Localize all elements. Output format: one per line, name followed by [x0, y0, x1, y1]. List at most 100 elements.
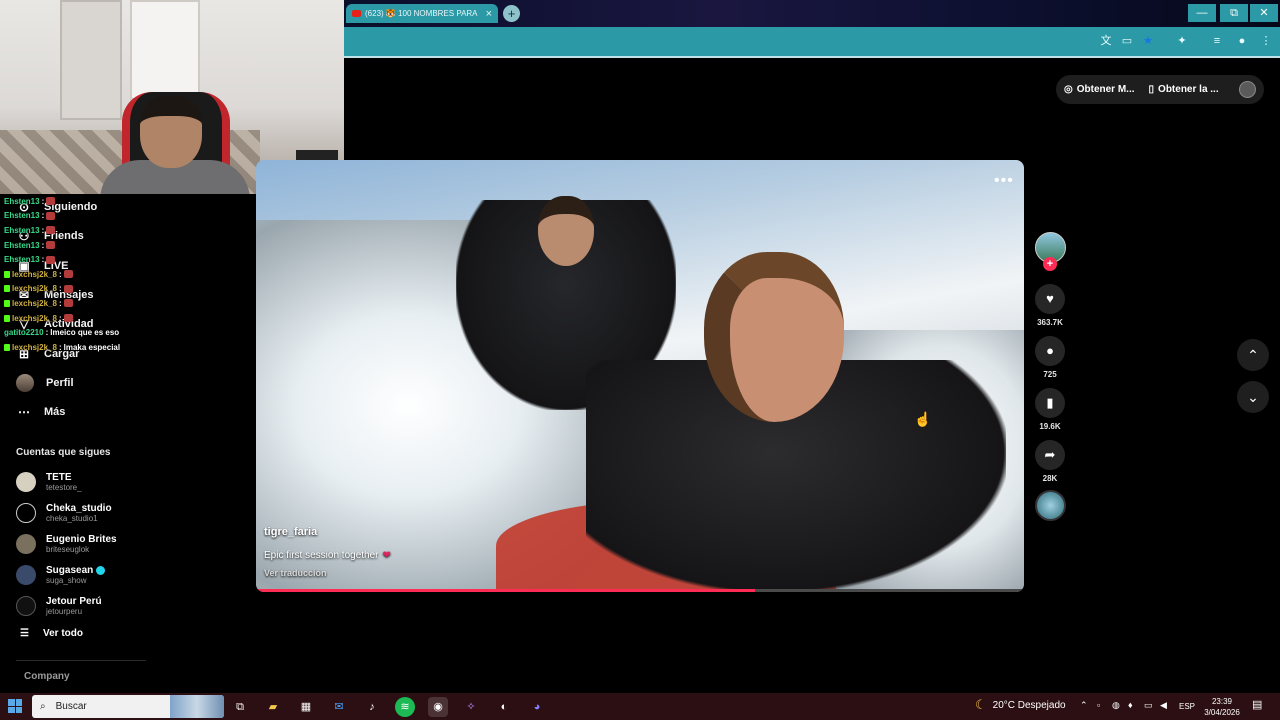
translate-icon[interactable]: 文: [1098, 34, 1114, 48]
clock-time: 23:39: [1211, 697, 1233, 706]
search-icon: ⌕: [40, 701, 46, 712]
taskbar-clock[interactable]: 23:39 3/04/2026: [1202, 696, 1242, 718]
chat-separator: :: [41, 225, 45, 235]
chat-separator: :: [41, 240, 45, 250]
mouse-cursor-icon: ☝: [914, 411, 932, 427]
video-caption: Epic first session together ❤: [264, 550, 391, 561]
discord-icon[interactable]: ◕: [527, 697, 547, 717]
chat-emote-icon: [46, 241, 56, 250]
see-all-button[interactable]: ☰ Ver todo: [20, 628, 83, 639]
store-icon[interactable]: ▦: [296, 697, 316, 717]
mail-icon[interactable]: ✉: [329, 697, 349, 717]
account-handle: tetestore_: [46, 483, 82, 492]
chat-username: Ehsten13: [4, 255, 40, 265]
like-button[interactable]: ♥ 363.7K: [1034, 284, 1066, 327]
account-item[interactable]: Cheka_studio cheka_studio1: [16, 498, 156, 528]
save-button[interactable]: ▮ 19.6K: [1034, 388, 1066, 431]
tray-app-icon[interactable]: ▫: [1097, 700, 1100, 710]
extensions-icon[interactable]: ✦: [1174, 34, 1190, 48]
account-item[interactable]: TETE tetestore_: [16, 467, 156, 497]
account-handle: cheka_studio1: [46, 514, 98, 523]
comment-button[interactable]: ● 725: [1034, 336, 1066, 379]
get-coins-button[interactable]: ◎ Obtener M...: [1064, 84, 1135, 95]
video-surfer-woman-head: [704, 252, 844, 422]
company-link[interactable]: Company: [24, 671, 70, 682]
notification-icon[interactable]: ▤: [1252, 698, 1262, 711]
webcam-door: [60, 0, 122, 120]
following-accounts-title: Cuentas que sigues: [16, 447, 111, 458]
share-button[interactable]: ➦ 28K: [1034, 440, 1066, 483]
chat-username: Ehsten13: [4, 211, 40, 221]
previous-video-button[interactable]: ⌃: [1237, 339, 1269, 371]
tiktok-icon[interactable]: ♪: [362, 697, 382, 717]
chat-username: lexchsj2k_8: [12, 284, 57, 294]
windows-start-icon[interactable]: [8, 699, 22, 713]
network-icon[interactable]: ▭: [1144, 700, 1153, 711]
reading-list-icon[interactable]: ≡: [1209, 34, 1225, 48]
chat-emote-icon: [46, 226, 56, 235]
chevron-down-icon: ⌄: [1247, 389, 1259, 405]
sidebar-divider: [16, 660, 146, 661]
see-translation-link[interactable]: Ver traducción: [264, 568, 327, 578]
chrome-icon[interactable]: ◉: [428, 697, 448, 717]
tab-close-icon[interactable]: ×: [486, 8, 492, 20]
video-more-icon[interactable]: •••: [994, 172, 1014, 190]
stream-chat-overlay: Ehsten13 : Ehsten13 : Ehsten13 : Ehsten1…: [4, 194, 144, 355]
chat-separator: :: [58, 269, 62, 279]
bookmark-star-icon[interactable]: ★: [1140, 34, 1156, 48]
nav-more[interactable]: ⋯ Más: [16, 400, 216, 424]
volume-icon[interactable]: ◀: [1160, 700, 1167, 711]
chat-line: Ehsten13 :: [4, 223, 144, 238]
language-indicator[interactable]: ESP: [1179, 702, 1195, 711]
file-explorer-icon[interactable]: ▰: [263, 697, 283, 717]
profile-icon[interactable]: ●: [1234, 34, 1250, 48]
music-disc[interactable]: [1035, 490, 1066, 521]
tray-app-icon[interactable]: ◍: [1112, 700, 1120, 711]
cast-icon[interactable]: ▭: [1119, 34, 1135, 48]
window-maximize-button[interactable]: ⧉: [1220, 4, 1248, 22]
account-item[interactable]: Sugasean suga_show: [16, 560, 156, 590]
account-item[interactable]: Jetour Perú jetourperu: [16, 591, 156, 621]
chat-username: lexchsj2k_8: [12, 313, 57, 323]
chat-separator: :: [41, 196, 45, 206]
get-app-button[interactable]: ▯ Obtener la ...: [1149, 84, 1219, 95]
microphone-icon[interactable]: ♦: [1128, 700, 1133, 710]
spotify-icon[interactable]: ≋: [395, 697, 415, 717]
nav-profile[interactable]: Perfil: [16, 371, 216, 395]
obs-icon[interactable]: ◐: [494, 697, 514, 717]
browser-tab[interactable]: (623) 🐯 100 NOMBRES PARA ×: [346, 4, 498, 23]
chat-line: lexchsj2k_8 : lmaka especial: [4, 340, 144, 355]
kick-badge-icon: [4, 343, 10, 351]
more-icon: ⋯: [18, 405, 30, 419]
see-all-label: Ver todo: [42, 628, 83, 639]
account-handle: briteseuglok: [46, 545, 90, 554]
window-minimize-button[interactable]: —: [1188, 4, 1216, 22]
taskbar-search[interactable]: ⌕ Buscar: [32, 695, 224, 718]
window-close-button[interactable]: ✕: [1250, 4, 1278, 22]
video-player[interactable]: ••• tigre_faria Epic first session toget…: [256, 160, 1024, 592]
profile-avatar: [16, 374, 34, 392]
follow-plus-button[interactable]: +: [1043, 257, 1057, 271]
chat-line: Ehsten13 :: [4, 209, 144, 224]
copilot-icon[interactable]: ✧: [461, 697, 481, 717]
weather-widget[interactable]: ☾ 20°C Despejado: [975, 697, 1066, 713]
kick-badge-icon: [4, 285, 10, 293]
avatar: [16, 472, 36, 492]
chat-line: Ehsten13 :: [4, 252, 144, 267]
new-tab-button[interactable]: +: [503, 5, 520, 22]
browser-menu-icon[interactable]: ⋮: [1258, 34, 1274, 48]
video-author[interactable]: tigre_faria: [264, 526, 317, 538]
chat-separator: :: [41, 255, 45, 265]
comment-icon: ●: [1035, 336, 1065, 366]
user-avatar[interactable]: [1239, 81, 1256, 98]
account-item[interactable]: Eugenio Brites briteseuglok: [16, 529, 156, 559]
chat-username: lexchsj2k_8: [12, 269, 57, 279]
chat-emote-icon: [63, 284, 73, 293]
chat-separator: :: [45, 328, 49, 338]
kick-badge-icon: [4, 299, 10, 307]
next-video-button[interactable]: ⌄: [1237, 381, 1269, 413]
task-view-icon[interactable]: ⧉: [230, 697, 250, 717]
comment-count: 725: [1043, 370, 1057, 379]
share-icon: ➦: [1035, 440, 1065, 470]
tray-chevron-icon[interactable]: ⌃: [1080, 700, 1088, 711]
